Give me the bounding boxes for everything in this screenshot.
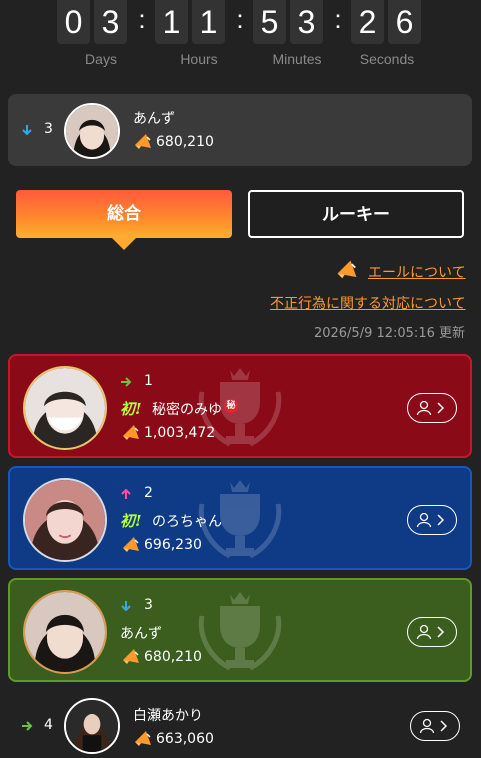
- my-name: あんず: [133, 111, 175, 127]
- secret-badge: 秘: [224, 399, 238, 413]
- my-rank-card[interactable]: 3 あんず 680,210: [8, 94, 472, 166]
- first-time-badge: 初!: [120, 400, 142, 418]
- ranking-card-3[interactable]: 3 あんず 680,210: [8, 578, 472, 682]
- avatar-photo: [25, 480, 105, 560]
- user-profile-icon: [416, 512, 445, 528]
- rank-number: 1: [144, 373, 153, 389]
- hours-label: Hours: [180, 51, 218, 67]
- colon: :: [138, 4, 146, 34]
- minutes-label: Minutes: [272, 51, 322, 67]
- user-profile-icon: [416, 624, 445, 640]
- avatar: [23, 478, 107, 562]
- rank-number: 4: [44, 717, 53, 733]
- colon: :: [334, 4, 342, 34]
- megaphone-icon: [337, 260, 357, 279]
- hours-digit-2: 1: [192, 0, 225, 44]
- ranking-name: あんず: [120, 626, 162, 642]
- avatar-photo: [25, 592, 105, 672]
- ranking-points: 696,230: [144, 537, 202, 553]
- avatar: [64, 103, 120, 159]
- avatar-photo: [66, 105, 118, 157]
- rank-number: 2: [144, 485, 153, 501]
- minutes-digit-1: 5: [253, 0, 286, 44]
- tab-active-indicator: [112, 238, 136, 250]
- countdown-timer: 0 3 : 1 1 : 5 3 : 2 6 Days Hours Minutes…: [0, 0, 481, 72]
- trophy-icon: [198, 592, 282, 671]
- avatar-photo: [66, 700, 118, 752]
- ranking-name: 秘密のみゆ: [152, 402, 222, 418]
- ranking-points: 663,060: [156, 731, 214, 747]
- ranking-points: 1,003,472: [144, 425, 216, 441]
- ranking-name: 白瀬あかり: [133, 708, 203, 724]
- days-digit-1: 0: [57, 0, 90, 44]
- arrow-right-icon: [22, 721, 33, 731]
- fraud-policy-link[interactable]: 不正行為に関する対応について: [270, 293, 466, 313]
- rank-number: 3: [144, 597, 153, 613]
- minutes-digit-2: 3: [290, 0, 323, 44]
- seconds-digit-1: 2: [351, 0, 384, 44]
- colon: :: [236, 4, 244, 34]
- seconds-digit-2: 6: [388, 0, 421, 44]
- days-digit-2: 3: [94, 0, 127, 44]
- profile-button[interactable]: [407, 393, 457, 423]
- megaphone-icon: [123, 537, 139, 552]
- tab-overall[interactable]: 総合: [16, 190, 232, 238]
- ranking-points: 680,210: [144, 649, 202, 665]
- avatar: [23, 590, 107, 674]
- megaphone-icon: [123, 425, 139, 440]
- first-time-badge: 初!: [120, 512, 142, 530]
- profile-button[interactable]: [407, 617, 457, 647]
- days-label: Days: [85, 51, 117, 67]
- megaphone-icon: [123, 649, 139, 664]
- profile-button[interactable]: [410, 711, 460, 741]
- seconds-label: Seconds: [359, 51, 415, 67]
- avatar: [64, 698, 120, 754]
- tab-rookie[interactable]: ルーキー: [248, 190, 464, 238]
- arrow-up-icon: [121, 488, 131, 499]
- megaphone-icon: [135, 731, 151, 746]
- avatar: [23, 366, 107, 450]
- hours-digit-1: 1: [155, 0, 188, 44]
- ranking-card-1[interactable]: 1 初! 秘密のみゆ 秘 1,003,472: [8, 354, 472, 458]
- arrow-down-icon: [121, 601, 131, 612]
- avatar-photo: [25, 368, 105, 448]
- megaphone-icon: [135, 134, 151, 149]
- my-rank-number: 3: [44, 121, 53, 137]
- arrow-right-icon: [121, 377, 132, 387]
- updated-timestamp: 2026/5/9 12:05:16 更新: [313, 326, 465, 341]
- profile-button[interactable]: [407, 505, 457, 535]
- my-points: 680,210: [156, 134, 214, 150]
- ranking-row-4[interactable]: 4 白瀬あかり 663,060: [0, 694, 481, 758]
- ranking-name: のろちゃん: [152, 514, 222, 530]
- user-profile-icon: [416, 400, 445, 416]
- ranking-card-2[interactable]: 2 初! のろちゃん 696,230: [8, 466, 472, 570]
- user-profile-icon: [419, 718, 448, 734]
- arrow-down-icon: [22, 125, 32, 136]
- yell-about-link[interactable]: エールについて: [368, 262, 466, 282]
